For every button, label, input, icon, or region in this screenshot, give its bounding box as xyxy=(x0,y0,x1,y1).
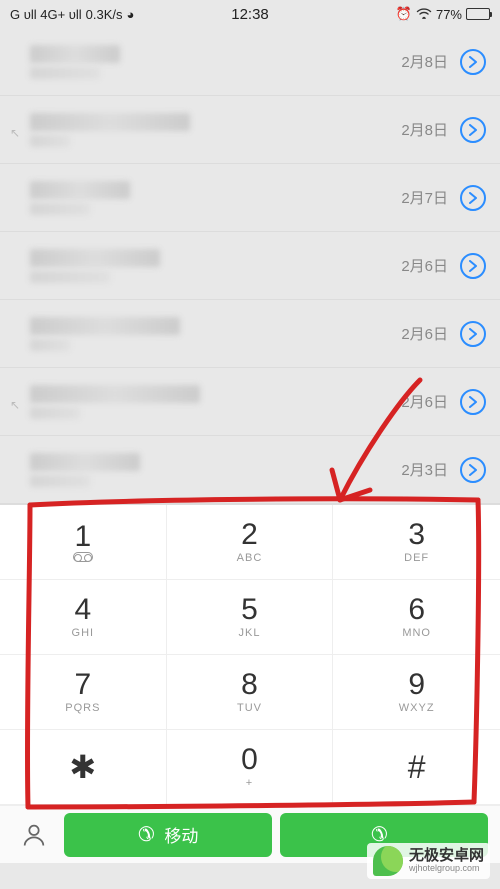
dial-key-sublabel: MNO xyxy=(402,627,431,639)
dial-key-digit: 1 xyxy=(74,522,91,552)
call-log-row[interactable]: 2月8日 xyxy=(0,28,500,96)
dial-key-digit: 8 xyxy=(241,670,258,700)
chevron-right-icon xyxy=(468,260,478,272)
call-detail-button[interactable] xyxy=(460,49,486,75)
call-log-row[interactable]: 2月6日 xyxy=(0,232,500,300)
dial-key-2[interactable]: 2 ABC xyxy=(167,505,334,580)
dial-key-digit: 2 xyxy=(241,520,258,550)
battery-percent: 77% xyxy=(436,7,462,22)
redacted-contact xyxy=(30,453,401,487)
dial-key-6[interactable]: 6 MNO xyxy=(333,580,500,655)
status-right: ⏰ 77% xyxy=(396,6,490,22)
dial-key-1[interactable]: 1 xyxy=(0,505,167,580)
dial-key-digit: 4 xyxy=(74,595,91,625)
call-button-sim1[interactable]: ✆ 移动 xyxy=(64,813,272,857)
phone-icon: ✆ xyxy=(138,822,155,847)
chevron-right-icon xyxy=(468,396,478,408)
status-bar: G ᴜll 4G+ ᴜll 0.3K/s ◕ 12:38 ⏰ 77% xyxy=(0,0,500,28)
redacted-contact xyxy=(30,113,401,147)
call-date: 2月7日 xyxy=(401,187,448,208)
dial-key-digit: 9 xyxy=(408,670,425,700)
chevron-right-icon xyxy=(468,464,478,476)
dial-key-sublabel: ABC xyxy=(237,552,263,564)
voicemail-icon xyxy=(73,552,93,562)
dial-key-0[interactable]: 0+ xyxy=(167,730,334,805)
redacted-contact xyxy=(30,249,401,283)
call-detail-button[interactable] xyxy=(460,185,486,211)
call-detail-button[interactable] xyxy=(460,117,486,143)
dial-key-digit: 7 xyxy=(74,670,91,700)
call-date: 2月6日 xyxy=(401,391,448,412)
battery-icon xyxy=(466,8,490,20)
dial-pad: 12ABC3DEF4GHI5JKL6MNO7PQRS8TUV9WXYZ✱0+# xyxy=(0,504,500,805)
outgoing-call-icon: ↖ xyxy=(10,126,20,140)
dial-key-sublabel: DEF xyxy=(404,552,429,564)
call-button-label: 移动 xyxy=(164,822,198,847)
dial-key-hash[interactable]: # xyxy=(333,730,500,805)
network-indicator: G ᴜll 4G+ ᴜll xyxy=(10,7,82,22)
contacts-button[interactable] xyxy=(12,821,56,849)
dial-key-digit: 5 xyxy=(241,595,258,625)
dial-key-sublabel: JKL xyxy=(239,627,261,639)
call-log-row[interactable]: 2月6日 xyxy=(0,300,500,368)
dial-key-7[interactable]: 7 PQRS xyxy=(0,655,167,730)
watermark: 无极安卓网 wjhotelgroup.com xyxy=(367,843,490,879)
watermark-logo xyxy=(373,846,403,876)
redacted-contact xyxy=(30,385,401,419)
data-speed: 0.3K/s xyxy=(86,7,123,22)
clock: 12:38 xyxy=(231,6,269,23)
dial-key-sublabel: GHI xyxy=(72,627,95,639)
outgoing-call-icon: ↖ xyxy=(10,398,20,412)
call-detail-button[interactable] xyxy=(460,457,486,483)
call-log-row[interactable]: ↖ 2月8日 xyxy=(0,96,500,164)
call-detail-button[interactable] xyxy=(460,389,486,415)
wechat-icon: ◕ xyxy=(127,7,135,22)
call-date: 2月6日 xyxy=(401,323,448,344)
redacted-contact xyxy=(30,317,401,351)
dial-key-digit: ✱ xyxy=(69,748,96,786)
dial-key-digit: 3 xyxy=(408,520,425,550)
call-log-list: 2月8日 ↖ 2月8日 2月7日 2月6日 xyxy=(0,28,500,504)
dial-key-sublabel: TUV xyxy=(237,702,262,714)
dial-key-3[interactable]: 3 DEF xyxy=(333,505,500,580)
dial-key-8[interactable]: 8 TUV xyxy=(167,655,334,730)
dial-key-digit: # xyxy=(408,749,426,786)
dial-key-9[interactable]: 9 WXYZ xyxy=(333,655,500,730)
redacted-contact xyxy=(30,45,401,79)
redacted-contact xyxy=(30,181,401,215)
dial-key-digit: 6 xyxy=(408,595,425,625)
chevron-right-icon xyxy=(468,328,478,340)
dial-key-star[interactable]: ✱ xyxy=(0,730,167,805)
watermark-title: 无极安卓网 xyxy=(409,848,484,865)
chevron-right-icon xyxy=(468,56,478,68)
call-detail-button[interactable] xyxy=(460,321,486,347)
chevron-right-icon xyxy=(468,124,478,136)
dial-key-5[interactable]: 5 JKL xyxy=(167,580,334,655)
wifi-icon xyxy=(416,7,432,22)
call-date: 2月8日 xyxy=(401,51,448,72)
person-icon xyxy=(20,821,48,849)
alarm-icon: ⏰ xyxy=(396,6,412,22)
call-date: 2月8日 xyxy=(401,119,448,140)
dial-key-sublabel: + xyxy=(246,777,253,789)
dial-key-sublabel: PQRS xyxy=(65,702,100,714)
call-log-row[interactable]: ↖ 2月6日 xyxy=(0,368,500,436)
watermark-url: wjhotelgroup.com xyxy=(409,864,484,874)
call-date: 2月6日 xyxy=(401,255,448,276)
dial-key-4[interactable]: 4 GHI xyxy=(0,580,167,655)
call-log-row[interactable]: 2月7日 xyxy=(0,164,500,232)
call-detail-button[interactable] xyxy=(460,253,486,279)
chevron-right-icon xyxy=(468,192,478,204)
call-date: 2月3日 xyxy=(401,459,448,480)
dial-key-digit: 0 xyxy=(241,745,258,775)
dial-key-sublabel: WXYZ xyxy=(399,702,435,714)
status-left: G ᴜll 4G+ ᴜll 0.3K/s ◕ xyxy=(10,7,134,22)
call-log-row[interactable]: 2月3日 xyxy=(0,436,500,504)
